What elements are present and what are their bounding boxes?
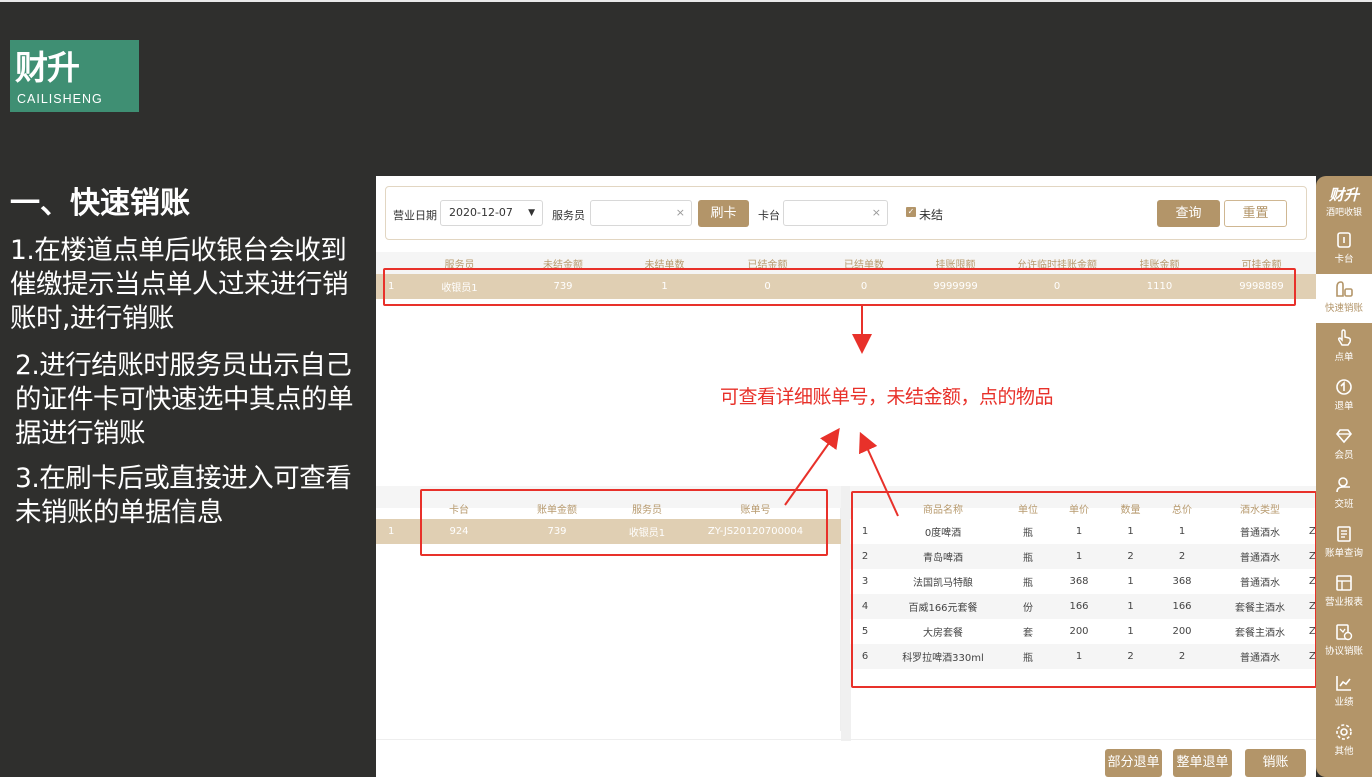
arrow-up-right [859, 431, 899, 517]
app-sidebar: 财升 酒吧收银 卡台 快速销账 点单 退单 会员 交班 账单查询 营业报表 协议… [1316, 176, 1372, 777]
sidebar-item-member[interactable]: 会员 [1316, 427, 1372, 461]
sidebar-item-agreement[interactable]: 协议销账 [1316, 623, 1372, 657]
sidebar-item-label: 会员 [1334, 450, 1354, 461]
arrow-up-left [784, 427, 840, 506]
order-icon [1337, 329, 1352, 346]
performance-icon [1336, 676, 1351, 691]
sidebar-item-label: 快速销账 [1324, 303, 1363, 314]
sidebar-item-label: 业绩 [1334, 697, 1354, 708]
sidebar-item-bill-query[interactable]: 账单查询 [1316, 525, 1372, 559]
sidebar-item-order[interactable]: 点单 [1316, 329, 1372, 363]
sidebar-item-performance[interactable]: 业绩 [1316, 674, 1372, 708]
sidebar-item-label: 点单 [1334, 352, 1354, 363]
annotation-arrows [784, 306, 899, 517]
card-icon [1337, 232, 1351, 248]
sidebar-brand-sub: 酒吧收银 [1325, 208, 1362, 218]
sidebar-brand-title: 财升 [1328, 186, 1359, 204]
sidebar-item-other[interactable]: 其他 [1316, 723, 1372, 757]
agreement-icon [1336, 624, 1353, 641]
sidebar-item-label: 协议销账 [1324, 646, 1363, 657]
shift-icon [1336, 477, 1350, 493]
annotation-text: 可查看详细账单号，未结金额，点的物品 [720, 386, 1054, 408]
sidebar-item-label: 卡台 [1334, 254, 1354, 265]
sidebar-item-quick-settle[interactable]: 快速销账 [1316, 280, 1372, 314]
sidebar-item-label: 营业报表 [1324, 597, 1363, 608]
sidebar-item-refund[interactable]: 退单 [1316, 378, 1372, 412]
member-icon [1335, 429, 1353, 444]
sidebar-item-card-table[interactable]: 卡台 [1316, 231, 1372, 265]
sidebar-brand: 财升 酒吧收银 [1316, 184, 1372, 218]
quick-settle-icon [1336, 281, 1353, 297]
sidebar-item-shift[interactable]: 交班 [1316, 476, 1372, 510]
settings-icon [1336, 724, 1352, 740]
sidebar-item-label: 账单查询 [1324, 548, 1363, 559]
sidebar-item-label: 交班 [1334, 499, 1354, 510]
sidebar-item-label: 退单 [1334, 401, 1354, 412]
report-icon [1336, 575, 1352, 591]
refund-icon [1336, 379, 1352, 395]
sidebar-item-report[interactable]: 营业报表 [1316, 574, 1372, 608]
sidebar-item-label: 其他 [1334, 746, 1354, 757]
bill-query-icon [1337, 526, 1351, 542]
